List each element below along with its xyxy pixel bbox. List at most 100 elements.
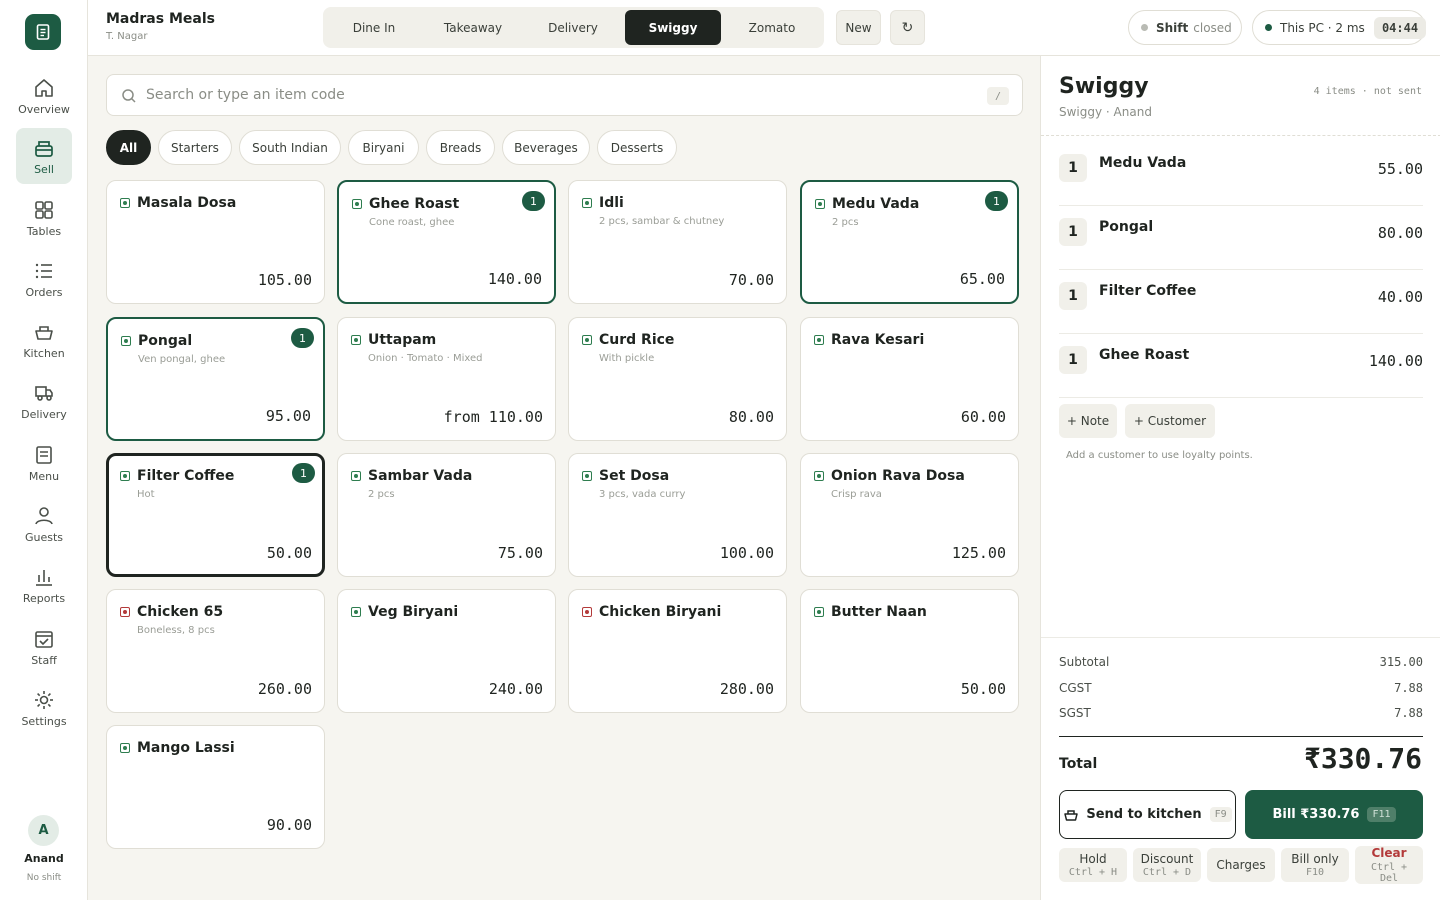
register-icon bbox=[35, 140, 53, 157]
item-card-butter-naan[interactable]: Butter Naan 50.00 bbox=[800, 589, 1019, 713]
item-card-onion-rava-dosa[interactable]: Onion Rava Dosa Crisp rava 125.00 bbox=[800, 453, 1019, 577]
bill-only-button[interactable]: Bill only F10 bbox=[1281, 848, 1349, 882]
category-all[interactable]: All bbox=[106, 130, 151, 165]
bill-button[interactable]: Bill ₹330.76 F11 bbox=[1245, 790, 1423, 839]
item-card-veg-biryani[interactable]: Veg Biryani 240.00 bbox=[337, 589, 556, 713]
calendar-icon bbox=[35, 630, 53, 648]
search-input[interactable]: Search or type an item code / bbox=[106, 74, 1023, 116]
bill-only-shortcut: F10 bbox=[1305, 867, 1325, 878]
item-card-idli[interactable]: Idli 2 pcs, sambar & chutney 70.00 bbox=[568, 180, 787, 304]
item-qty-badge: 1 bbox=[522, 191, 545, 211]
veg-icon bbox=[120, 743, 130, 753]
nav-overview[interactable]: Overview bbox=[16, 68, 72, 124]
item-name: Masala Dosa bbox=[137, 195, 237, 211]
veg-icon bbox=[814, 607, 824, 617]
order-subtitle: Swiggy · Anand bbox=[1059, 105, 1152, 119]
nav-menu[interactable]: Menu bbox=[16, 435, 72, 491]
veg-icon bbox=[815, 199, 825, 209]
item-name: Onion Rava Dosa bbox=[831, 468, 965, 484]
hold-button[interactable]: Hold Ctrl + H bbox=[1059, 848, 1127, 882]
tab-dine-in[interactable]: Dine In bbox=[326, 10, 422, 45]
category-beverages[interactable]: Beverages bbox=[502, 130, 590, 165]
item-name: Medu Vada bbox=[832, 196, 920, 212]
order-line[interactable]: 1 Medu Vada 55.00 bbox=[1059, 142, 1423, 206]
tab-zomato[interactable]: Zomato bbox=[724, 10, 820, 45]
item-card-pongal[interactable]: Pongal Ven pongal, ghee 1 95.00 bbox=[106, 317, 325, 441]
nav-kitchen[interactable]: Kitchen bbox=[16, 312, 72, 368]
gear-icon bbox=[35, 690, 53, 709]
line-qty[interactable]: 1 bbox=[1059, 346, 1087, 374]
send-to-kitchen-button[interactable]: Send to kitchen F9 bbox=[1059, 790, 1236, 839]
category-biryani[interactable]: Biryani bbox=[348, 130, 419, 165]
item-card-mango-lassi[interactable]: Mango Lassi 90.00 bbox=[106, 725, 325, 849]
order-line[interactable]: 1 Filter Coffee 40.00 bbox=[1059, 270, 1423, 334]
nav-guests[interactable]: Guests bbox=[16, 496, 72, 552]
nav-orders[interactable]: Orders bbox=[16, 251, 72, 307]
nav-settings[interactable]: Settings bbox=[16, 680, 72, 736]
line-qty[interactable]: 1 bbox=[1059, 282, 1087, 310]
item-card-medu-vada[interactable]: Medu Vada 2 pcs 1 65.00 bbox=[800, 180, 1019, 304]
item-card-rava-kesari[interactable]: Rava Kesari 60.00 bbox=[800, 317, 1019, 441]
add-note-button[interactable]: + Note bbox=[1059, 404, 1117, 438]
item-name: Sambar Vada bbox=[368, 468, 473, 484]
order-line[interactable]: 1 Ghee Roast 140.00 bbox=[1059, 334, 1423, 398]
receipt-icon bbox=[36, 24, 50, 40]
item-name: Filter Coffee bbox=[137, 468, 235, 484]
nav-reports[interactable]: Reports bbox=[16, 557, 72, 613]
app-logo[interactable] bbox=[25, 14, 61, 50]
item-name: Chicken 65 bbox=[137, 604, 224, 620]
line-name: Ghee Roast bbox=[1099, 347, 1190, 363]
item-name: Idli bbox=[599, 195, 624, 211]
discount-button[interactable]: Discount Ctrl + D bbox=[1133, 848, 1201, 882]
item-price: 60.00 bbox=[960, 408, 1006, 426]
refresh-icon[interactable]: ↻ bbox=[890, 10, 925, 45]
total-label: Total bbox=[1059, 756, 1098, 772]
search-icon bbox=[122, 89, 136, 103]
item-price: 240.00 bbox=[488, 680, 543, 698]
avatar[interactable]: A bbox=[28, 815, 59, 846]
line-qty[interactable]: 1 bbox=[1059, 154, 1087, 182]
category-breads[interactable]: Breads bbox=[426, 130, 495, 165]
item-name: Pongal bbox=[138, 333, 193, 349]
category-desserts[interactable]: Desserts bbox=[597, 130, 677, 165]
order-line[interactable]: 1 Pongal 80.00 bbox=[1059, 206, 1423, 270]
item-card-filter-coffee[interactable]: Filter Coffee Hot 1 50.00 bbox=[106, 453, 325, 577]
nav-label: Orders bbox=[25, 285, 63, 299]
cgst-value: 7.88 bbox=[1394, 681, 1423, 695]
clear-button[interactable]: Clear Ctrl + Del bbox=[1355, 846, 1423, 884]
item-card-set-dosa[interactable]: Set Dosa 3 pcs, vada curry 100.00 bbox=[568, 453, 787, 577]
send-shortcut: F9 bbox=[1209, 807, 1232, 822]
tab-delivery[interactable]: Delivery bbox=[525, 10, 621, 45]
category-starters[interactable]: Starters bbox=[158, 130, 232, 165]
item-description: Ven pongal, ghee bbox=[138, 354, 226, 365]
add-customer-button[interactable]: + Customer bbox=[1125, 404, 1215, 438]
nav-delivery[interactable]: Delivery bbox=[16, 373, 72, 429]
category-south-indian[interactable]: South Indian bbox=[239, 130, 341, 165]
item-description: 2 pcs, sambar & chutney bbox=[599, 216, 725, 227]
veg-icon bbox=[351, 607, 361, 617]
line-qty[interactable]: 1 bbox=[1059, 218, 1087, 246]
nav-sell[interactable]: Sell bbox=[16, 128, 72, 184]
tab-swiggy[interactable]: Swiggy bbox=[625, 10, 721, 45]
sgst-label: SGST bbox=[1059, 706, 1091, 720]
shift-status[interactable]: Shift closed bbox=[1128, 10, 1242, 45]
total-value: ₹330.76 bbox=[1303, 742, 1422, 775]
item-card-chicken-65[interactable]: Chicken 65 Boneless, 8 pcs 260.00 bbox=[106, 589, 325, 713]
shift-state: closed bbox=[1193, 20, 1232, 35]
new-order-button[interactable]: New bbox=[836, 10, 881, 45]
pot-icon bbox=[35, 325, 53, 340]
cgst-label: CGST bbox=[1059, 681, 1092, 695]
item-card-chicken-biryani[interactable]: Chicken Biryani 280.00 bbox=[568, 589, 787, 713]
menu-icon bbox=[36, 445, 52, 464]
nav-staff[interactable]: Staff bbox=[16, 619, 72, 675]
item-card-masala-dosa[interactable]: Masala Dosa 105.00 bbox=[106, 180, 325, 304]
item-card-uttapam[interactable]: Uttapam Onion · Tomato · Mixed from 110.… bbox=[337, 317, 556, 441]
item-card-sambar-vada[interactable]: Sambar Vada 2 pcs 75.00 bbox=[337, 453, 556, 577]
item-card-curd-rice[interactable]: Curd Rice With pickle 80.00 bbox=[568, 317, 787, 441]
charges-button[interactable]: Charges bbox=[1207, 848, 1275, 882]
tab-takeaway[interactable]: Takeaway bbox=[425, 10, 521, 45]
item-card-ghee-roast[interactable]: Ghee Roast Cone roast, ghee 1 140.00 bbox=[337, 180, 556, 304]
nav-tables[interactable]: Tables bbox=[16, 190, 72, 246]
item-price: 50.00 bbox=[266, 544, 312, 562]
line-name: Medu Vada bbox=[1099, 155, 1187, 171]
